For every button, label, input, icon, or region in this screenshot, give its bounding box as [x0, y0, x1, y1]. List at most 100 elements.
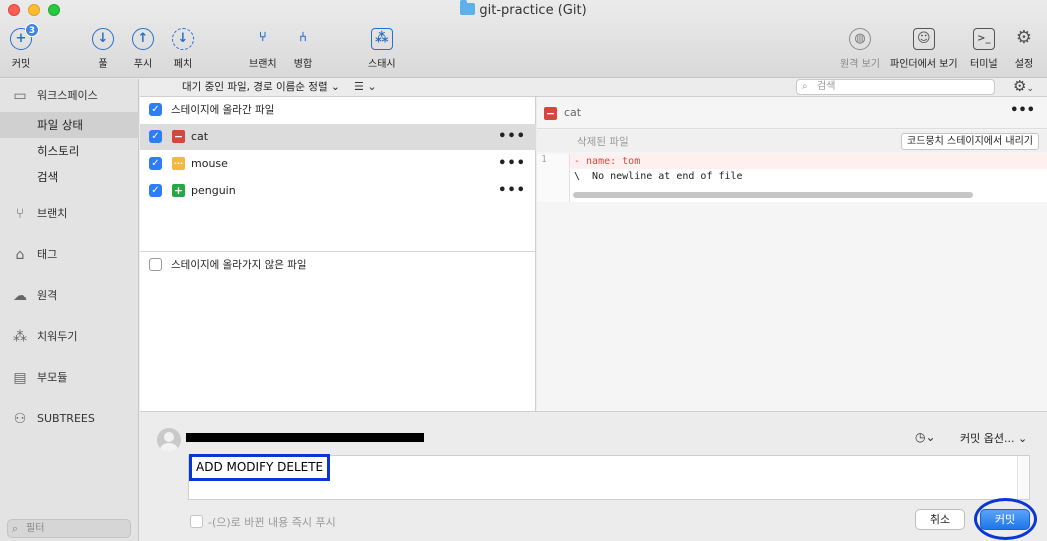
file-list-toolbar: 대기 중인 파일, 경로 이름순 정렬 ⌄ ☰ ⌄ ⌕ 검색 ⚙⌄	[140, 78, 1047, 98]
stage-all-checkbox[interactable]: ✓	[149, 103, 162, 116]
line-number: 1	[541, 154, 548, 165]
chevron-down-icon: ⌄	[330, 81, 340, 93]
stash-icon: ⁂	[370, 28, 393, 50]
pull-tool-button[interactable]: ↓ 풀	[92, 28, 114, 70]
terminal-button[interactable]: >_ 터미널	[970, 28, 998, 70]
push-tool-button[interactable]: ↑ 푸시	[132, 28, 154, 70]
horizontal-scrollbar[interactable]	[573, 192, 973, 198]
gear-icon: ⚙	[1015, 27, 1033, 48]
show-in-finder-button[interactable]: ☺ 파인더에서 보기	[890, 28, 958, 70]
file-status-panel: ✓ 스테이지에 올라간 파일 ✓ − cat ••• ✓ ··· mouse •…	[140, 97, 536, 411]
sidebar-workspace-header: ▭ 워크스페이스	[0, 83, 139, 109]
merge-tool-button[interactable]: ⑃ 병합	[292, 28, 314, 70]
deleted-status-icon: −	[544, 107, 557, 120]
file-actions-button[interactable]: •••	[498, 151, 526, 177]
sidebar-item-search[interactable]: 검색	[0, 164, 139, 190]
commit-message-input[interactable]: ADD MODIFY DELETE	[188, 454, 1030, 500]
merge-icon: ⑃	[299, 30, 307, 45]
folder-icon	[460, 0, 476, 15]
added-status-icon: +	[172, 184, 185, 197]
no-newline-marker: \ No newline at end of file	[574, 171, 743, 182]
sidebar-item-file-status[interactable]: 파일 상태	[0, 112, 139, 138]
author-redacted[interactable]	[186, 433, 424, 442]
search-icon: ⌕	[802, 81, 808, 92]
arrow-down-icon: ↓	[92, 28, 114, 50]
gear-icon: ⚙	[1013, 77, 1027, 95]
sidebar-item-submodules[interactable]: ▤ 부모듈	[0, 365, 139, 391]
sidebar-filter-input[interactable]: ⌕ 필터	[7, 519, 131, 538]
commit-count-badge: 3	[25, 23, 39, 37]
window-toolbar: git-practice (Git) +3 커밋 ↓ 풀 ↑ 푸시 ↓ 페치 ⑂…	[0, 0, 1047, 78]
modified-status-icon: ···	[172, 157, 185, 170]
avatar	[157, 428, 181, 452]
file-actions-button[interactable]: •••	[498, 124, 526, 150]
unstaged-files-header: 스테이지에 올라가지 않은 파일	[140, 252, 536, 278]
chevron-down-icon: ⌄	[1017, 432, 1028, 445]
globe-icon: ◍	[848, 28, 871, 50]
sidebar-item-history[interactable]: 히스토리	[0, 138, 139, 164]
deleted-status-icon: −	[172, 130, 185, 143]
commit-history-menu[interactable]: ◷⌄	[915, 430, 936, 444]
cancel-button[interactable]: 취소	[915, 509, 965, 530]
list-icon: ☰	[354, 80, 364, 93]
fetch-tool-button[interactable]: ↓ 페치	[172, 28, 194, 70]
file-checkbox[interactable]: ✓	[149, 157, 162, 170]
file-checkbox[interactable]: ✓	[149, 130, 162, 143]
branch-icon: ⑂	[258, 30, 267, 45]
file-row-mouse[interactable]: ✓ ··· mouse •••	[140, 151, 536, 177]
settings-button[interactable]: ⚙ 설정	[1013, 28, 1035, 70]
remote-view-button[interactable]: ◍ 원격 보기	[840, 28, 880, 70]
sidebar: ▭ 워크스페이스 파일 상태 히스토리 검색 ⑂ 브랜치 ⌂ 태그 ☁ 원격 ⁂…	[0, 79, 139, 541]
commit-icon: +3	[10, 23, 39, 50]
sidebar-item-tags[interactable]: ⌂ 태그	[0, 242, 139, 268]
chevron-down-icon: ⌄	[367, 80, 377, 93]
diff-panel: − cat ••• 삭제된 파일 코드뭉치 스테이지에서 내리기 1 - nam…	[537, 97, 1047, 411]
push-immediately-option[interactable]: -(으)로 바뀐 내용 즉시 푸시	[190, 513, 336, 530]
commit-options-menu[interactable]: 커밋 옵션... ⌄	[960, 430, 1027, 446]
push-immediately-checkbox[interactable]	[190, 515, 203, 528]
folder-icon: ▤	[13, 370, 27, 386]
branch-tool-button[interactable]: ⑂ 브랜치	[249, 28, 277, 70]
unstage-hunk-button[interactable]: 코드뭉치 스테이지에서 내리기	[901, 133, 1039, 150]
stash-icon: ⁂	[13, 329, 27, 345]
subtree-icon: ⚇	[13, 411, 27, 427]
staged-files-header: ✓ 스테이지에 올라간 파일	[140, 97, 536, 123]
gear-menu-button[interactable]: ⚙⌄	[1013, 78, 1034, 98]
file-actions-button[interactable]: •••	[498, 178, 526, 204]
sidebar-item-subtrees[interactable]: ⚇ SUBTREES	[0, 406, 139, 432]
hunk-header: 삭제된 파일 코드뭉치 스테이지에서 내리기	[537, 130, 1047, 152]
window-title: git-practice (Git)	[0, 0, 1047, 18]
file-checkbox[interactable]: ✓	[149, 184, 162, 197]
file-row-cat[interactable]: ✓ − cat •••	[140, 124, 536, 150]
monitor-icon: ▭	[13, 88, 27, 104]
search-icon: ⌕	[12, 522, 19, 535]
sort-dropdown[interactable]: 대기 중인 파일, 경로 이름순 정렬 ⌄	[182, 79, 340, 95]
line-number-gutter: 1	[537, 154, 570, 202]
vertical-scrollbar[interactable]	[1017, 456, 1029, 499]
sidebar-item-branches[interactable]: ⑂ 브랜치	[0, 201, 139, 227]
tag-icon: ⌂	[15, 247, 25, 263]
diff-actions-button[interactable]: •••	[1010, 103, 1035, 118]
view-mode-dropdown[interactable]: ☰ ⌄	[354, 79, 377, 95]
diff-file-name: cat	[564, 106, 582, 119]
chevron-down-icon: ⌄	[1026, 84, 1034, 94]
finder-icon: ☺	[912, 28, 935, 50]
unstage-all-checkbox[interactable]	[149, 258, 162, 271]
commit-button[interactable]: 커밋	[980, 509, 1030, 530]
cloud-icon: ☁	[13, 288, 27, 304]
removed-line: - name: tom	[570, 154, 1047, 169]
terminal-icon: >_	[972, 28, 995, 50]
commit-area: ◷⌄ 커밋 옵션... ⌄ ADD MODIFY DELETE -(으)로 바뀐…	[140, 411, 1047, 541]
search-input[interactable]: ⌕ 검색	[796, 79, 995, 95]
fetch-icon: ↓	[172, 28, 194, 50]
file-row-penguin[interactable]: ✓ + penguin •••	[140, 178, 536, 204]
sidebar-item-stashes[interactable]: ⁂ 치워두기	[0, 324, 139, 350]
commit-message-text: ADD MODIFY DELETE	[189, 454, 331, 481]
hunk-label: 삭제된 파일	[577, 136, 629, 148]
commit-tool-button[interactable]: +3 커밋	[10, 23, 39, 70]
branch-icon: ⑂	[15, 206, 25, 222]
stash-tool-button[interactable]: ⁂ 스태시	[368, 28, 396, 70]
arrow-up-icon: ↑	[132, 28, 154, 50]
diff-header: − cat •••	[537, 97, 1047, 129]
sidebar-item-remotes[interactable]: ☁ 원격	[0, 283, 139, 309]
